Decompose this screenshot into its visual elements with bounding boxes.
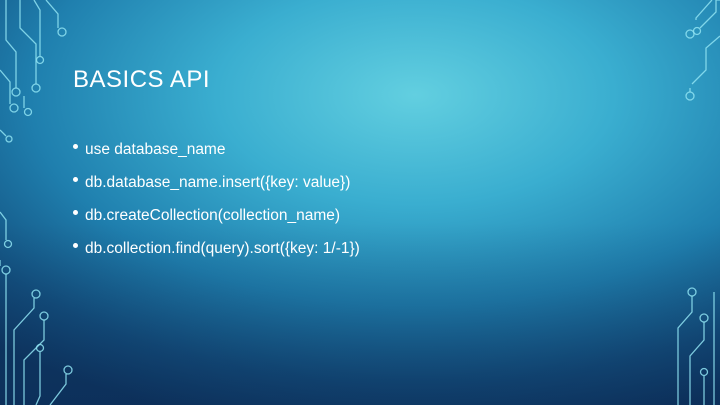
slide-title: BASICS API — [73, 66, 211, 93]
bullet-dot-icon — [73, 243, 78, 248]
bullet-dot-icon — [73, 210, 78, 215]
slide: BASICS API use database_name db.database… — [0, 0, 720, 405]
circuit-bottom-right — [677, 287, 715, 405]
bullet-text: db.database_name.insert({key: value}) — [85, 174, 351, 191]
bullet-item: db.collection.find(query).sort({key: 1/-… — [73, 239, 360, 272]
circuit-top-right — [685, 0, 720, 101]
bullet-text: use database_name — [85, 141, 226, 158]
bullet-dot-icon — [73, 177, 78, 182]
bullet-item: use database_name — [73, 140, 360, 173]
bullet-text: db.collection.find(query).sort({key: 1/-… — [85, 240, 360, 257]
circuit-bottom-left — [0, 211, 73, 405]
circuit-top-left — [0, 0, 67, 143]
bullet-text: db.createCollection(collection_name) — [85, 207, 341, 224]
bullet-item: db.createCollection(collection_name) — [73, 206, 360, 239]
bullet-dot-icon — [73, 144, 78, 149]
bullet-list: use database_name db.database_name.inser… — [73, 140, 360, 272]
bullet-item: db.database_name.insert({key: value}) — [73, 173, 360, 206]
